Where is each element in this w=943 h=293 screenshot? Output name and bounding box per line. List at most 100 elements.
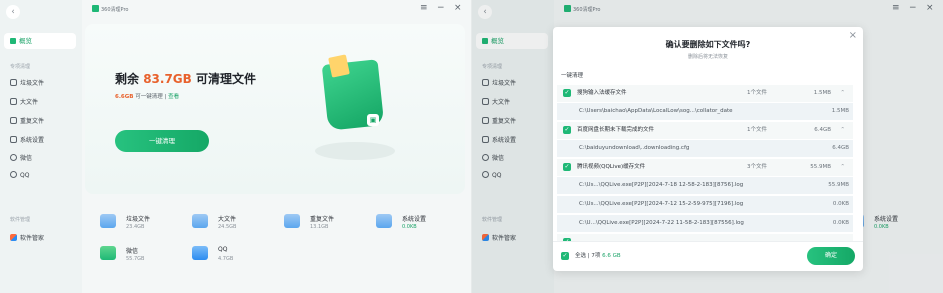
sidebar-item-label: 系统设置 [20, 137, 45, 144]
wechat-icon [10, 154, 17, 161]
select-all-label: 全选 [575, 253, 587, 259]
footer-size: 6.6 GB [602, 253, 621, 259]
category-size: 23.4GB [126, 224, 145, 230]
path-row: C:\Us...\QQLive.exe[P2P][2024-7-18 12-58… [557, 177, 853, 194]
category-name: QQ [218, 246, 228, 253]
confirm-delete-dialog: × 确认要删除如下文件吗? 删除后将无法恢复 一键清理 ✓ 搜狗输入法缓存文件 1个… [553, 27, 863, 271]
category-name: 垃圾文件 [126, 216, 151, 223]
main-window: ‹ 概览 专项清理 垃圾文件 大文件 重复文件 系统设置 微信 QQ 软件管理 … [0, 0, 472, 293]
subline: 6.6GB 可一键清理 | 查看 [115, 92, 179, 100]
group-row-partial[interactable]: ✓ [557, 234, 853, 241]
minimize-button[interactable]: − [437, 3, 445, 13]
chevron-up-icon[interactable]: ⌃ [840, 159, 845, 176]
group-row-baidu[interactable]: ✓ 百度网盘长期未下载完成的文件 1个文件 6.4GB ⌃ [557, 122, 853, 139]
sidebar-item-app-manager[interactable]: 软件管家 [10, 233, 44, 242]
main-window-dialog-state: ‹ 概览 专项清理 垃圾文件 大文件 重复文件 系统设置 微信 QQ 软件管理 … [472, 0, 943, 293]
category-grid: 垃圾文件 23.4GB 大文件 24.5GB 重复文件 13.1GB 系统设置 0.0K… [100, 210, 470, 270]
path-row: C:\U...\QQLive.exe[P2P][2024-7-22 11-58-… [557, 215, 853, 232]
sidebar-item-qq[interactable]: QQ [10, 171, 29, 179]
file-icon [10, 79, 17, 86]
category-name: 系统设置 [402, 216, 427, 223]
view-link[interactable]: 查看 [168, 94, 179, 100]
sidebar-item-large[interactable]: 大文件 [10, 97, 38, 106]
category-name: 重复文件 [310, 216, 335, 223]
headline-prefix: 剩余 [115, 72, 140, 86]
sidebar-item-label: QQ [20, 172, 30, 179]
checkbox[interactable]: ✓ [563, 89, 571, 97]
qq-icon [192, 246, 208, 260]
sub-separator: | [164, 94, 167, 100]
group-name: 腾讯视频(QQLive)缓存文件 [577, 164, 646, 170]
wechat-icon [100, 246, 116, 260]
sidebar-item-wechat[interactable]: 微信 [10, 153, 32, 162]
sub-text: 可一键清理 [135, 94, 163, 100]
one-click-clean-button[interactable]: 一键清理 [115, 130, 209, 152]
path-text: C:\U...\QQLive.exe[P2P][2024-7-22 11-58-… [579, 220, 744, 226]
folder-icon [10, 98, 17, 105]
dialog-footer: ✓ 全选 | 7项 6.6 GB 确定 [553, 241, 863, 271]
path-row: C:\Users\baichao\AppData\LocalLow\sog...… [557, 103, 853, 120]
sidebar-item-label: 软件管家 [20, 235, 45, 242]
path-row: C:\Us...\QQLive.exe[P2P][2024-7-12 15-2-… [557, 196, 853, 213]
path-size: 6.4GB [832, 145, 849, 151]
group-count: 1个文件 [747, 90, 767, 96]
headline-suffix: 可清理文件 [196, 72, 257, 86]
sidebar-item-junk[interactable]: 垃圾文件 [10, 78, 44, 87]
app-manager-icon [10, 234, 17, 241]
chevron-up-icon[interactable]: ⌃ [840, 122, 845, 139]
path-text: C:\baiduyundownload\..downloading.cfg [579, 145, 690, 151]
sidebar: ‹ 概览 专项清理 垃圾文件 大文件 重复文件 系统设置 微信 QQ 软件管理 … [0, 0, 82, 293]
group-row-qqlive[interactable]: ✓ 腾讯视频(QQLive)缓存文件 3个文件 55.9MB ⌃ [557, 159, 853, 176]
duplicate-icon [10, 117, 17, 124]
category-size: 4.7GB [218, 256, 234, 262]
group-name: 搜狗输入法缓存文件 [577, 90, 627, 96]
back-button[interactable]: ‹ [6, 5, 20, 19]
select-all-checkbox[interactable]: ✓ [561, 252, 569, 260]
category-size: 55.7GB [126, 256, 145, 262]
group-count: 1个文件 [747, 127, 767, 133]
sidebar-item-label: 微信 [20, 155, 33, 162]
path-text: C:\Us...\QQLive.exe[P2P][2024-7-12 15-2-… [579, 201, 744, 207]
category-name: 微信 [126, 248, 139, 255]
group-size: 1.5MB [813, 90, 831, 96]
overview-card: 剩余 83.7GB 可清理文件 6.6GB 可一键清理 | 查看 一键清理 ▣ [85, 24, 465, 194]
path-size: 55.9MB [828, 182, 849, 188]
app-logo-icon [92, 5, 99, 12]
checkbox[interactable]: ✓ [563, 163, 571, 171]
dialog-section-title: 一键清理 [561, 73, 584, 79]
qq-icon [10, 171, 17, 178]
close-button[interactable]: × [454, 3, 462, 13]
lock-icon: ▣ [367, 114, 379, 126]
path-size: 0.0KB [832, 201, 849, 207]
sidebar-item-system[interactable]: 系统设置 [10, 135, 44, 144]
path-row: C:\baiduyundownload\..downloading.cfg 6.4… [557, 140, 853, 157]
menu-button[interactable]: ≡ [420, 3, 428, 13]
sidebar-item-duplicate[interactable]: 重复文件 [10, 116, 44, 125]
section-title-special: 专项清理 [10, 64, 31, 70]
category-size: 0.0KB [402, 224, 417, 230]
group-count: 3个文件 [747, 164, 767, 170]
footer-summary: 全选 | 7项 6.6 GB [575, 251, 621, 259]
group-row-sogou[interactable]: ✓ 搜狗输入法缓存文件 1个文件 1.5MB ⌃ [557, 85, 853, 102]
group-size: 55.9MB [810, 164, 831, 170]
sidebar-item-label: 重复文件 [20, 118, 45, 125]
folder-icon [284, 214, 300, 228]
chevron-up-icon[interactable]: ⌃ [840, 85, 845, 102]
group-size: 6.4GB [814, 127, 831, 133]
dialog-subtitle: 删除后将无法恢复 [687, 54, 728, 60]
path-text: C:\Users\baichao\AppData\LocalLow\sog...… [579, 108, 733, 114]
app-title: 360清理Pro [92, 5, 128, 13]
section-title-software: 软件管理 [10, 217, 31, 223]
footer-count: 7项 [591, 253, 601, 259]
sidebar-item-overview[interactable]: 概览 [4, 33, 76, 49]
checkbox[interactable]: ✓ [563, 126, 571, 134]
sub-size: 6.6GB [115, 94, 134, 100]
confirm-button[interactable]: 确定 [807, 247, 855, 265]
footer-separator: | [587, 253, 590, 259]
category-name: 大文件 [218, 216, 237, 223]
app-title-text: 360清理Pro [101, 7, 129, 13]
paper-illustration [328, 54, 350, 78]
pedestal-graphic [315, 142, 395, 160]
headline-size: 83.7GB [143, 72, 192, 86]
path-size: 1.5MB [831, 108, 849, 114]
